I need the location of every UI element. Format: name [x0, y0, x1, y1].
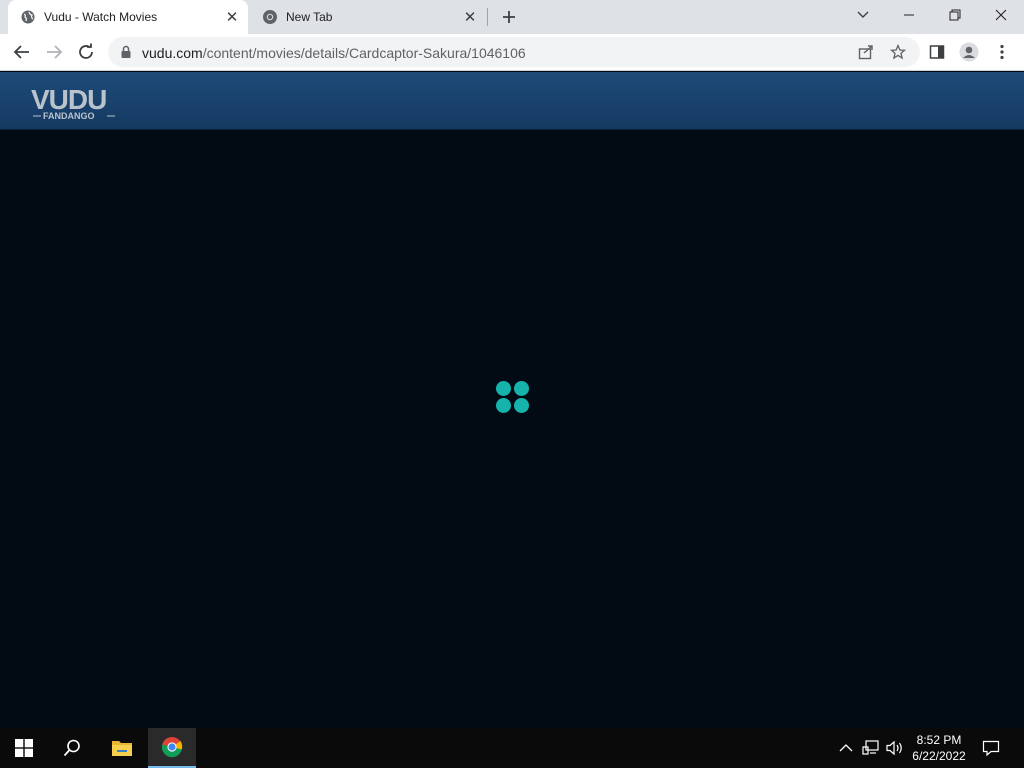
logo-subtext: FANDANGO: [43, 111, 95, 121]
tab-new-tab[interactable]: New Tab ✕: [250, 0, 486, 34]
notification-center-icon[interactable]: [982, 739, 1000, 757]
spinner-dot: [514, 381, 529, 396]
back-icon[interactable]: [12, 42, 32, 62]
clock-date: 6/22/2022: [912, 749, 966, 763]
minimize-icon[interactable]: [886, 0, 932, 30]
clock-time: 8:52 PM: [916, 733, 962, 747]
globe-icon: [20, 9, 36, 25]
side-panel-icon[interactable]: [927, 42, 947, 62]
tab-title: New Tab: [286, 10, 333, 24]
page-content: VUDU FANDANGO: [0, 72, 1024, 728]
url-text: vudu.com/content/movies/details/Cardcapt…: [142, 45, 526, 61]
forward-icon[interactable]: [44, 42, 64, 62]
file-explorer-icon[interactable]: [98, 728, 146, 768]
windows-start-icon[interactable]: [0, 728, 48, 768]
close-tab-icon[interactable]: ✕: [462, 9, 478, 26]
address-bar[interactable]: vudu.com/content/movies/details/Cardcapt…: [108, 37, 920, 67]
loading-spinner: [495, 380, 531, 414]
spinner-dot: [496, 398, 511, 413]
site-header: VUDU FANDANGO: [0, 72, 1024, 130]
bookmark-star-icon[interactable]: [888, 42, 908, 62]
tab-strip: Vudu - Watch Movies ✕ New Tab ✕: [0, 0, 1024, 34]
network-icon[interactable]: [862, 739, 880, 757]
reload-icon[interactable]: [76, 42, 96, 62]
share-icon[interactable]: [856, 42, 876, 62]
chrome-icon[interactable]: [148, 728, 196, 768]
show-hidden-icons-chevron-up-icon[interactable]: [837, 739, 855, 757]
vudu-logo[interactable]: VUDU FANDANGO: [31, 84, 121, 124]
profile-avatar-icon[interactable]: [959, 42, 979, 62]
search-icon[interactable]: [48, 728, 96, 768]
tab-title: Vudu - Watch Movies: [44, 10, 158, 24]
restore-icon[interactable]: [932, 0, 978, 30]
system-clock[interactable]: 8:52 PM 6/22/2022: [904, 732, 974, 764]
tab-search-icon[interactable]: [840, 0, 886, 30]
volume-icon[interactable]: [886, 739, 904, 757]
windows-taskbar: 8:52 PM 6/22/2022: [0, 728, 1024, 768]
spinner-dot: [496, 381, 511, 396]
close-tab-icon[interactable]: ✕: [224, 9, 240, 26]
spinner-dot: [514, 398, 529, 413]
new-tab-button[interactable]: [498, 6, 520, 28]
tab-vudu[interactable]: Vudu - Watch Movies ✕: [8, 0, 248, 34]
tab-separator: [487, 8, 488, 26]
chrome-icon: [262, 9, 278, 25]
browser-toolbar: vudu.com/content/movies/details/Cardcapt…: [0, 34, 1024, 71]
url-path: /content/movies/details/Cardcaptor-Sakur…: [202, 45, 526, 61]
url-domain: vudu.com: [142, 45, 203, 61]
lock-icon[interactable]: [120, 45, 132, 64]
close-window-icon[interactable]: [978, 0, 1024, 30]
menu-kebab-icon[interactable]: [992, 42, 1012, 62]
